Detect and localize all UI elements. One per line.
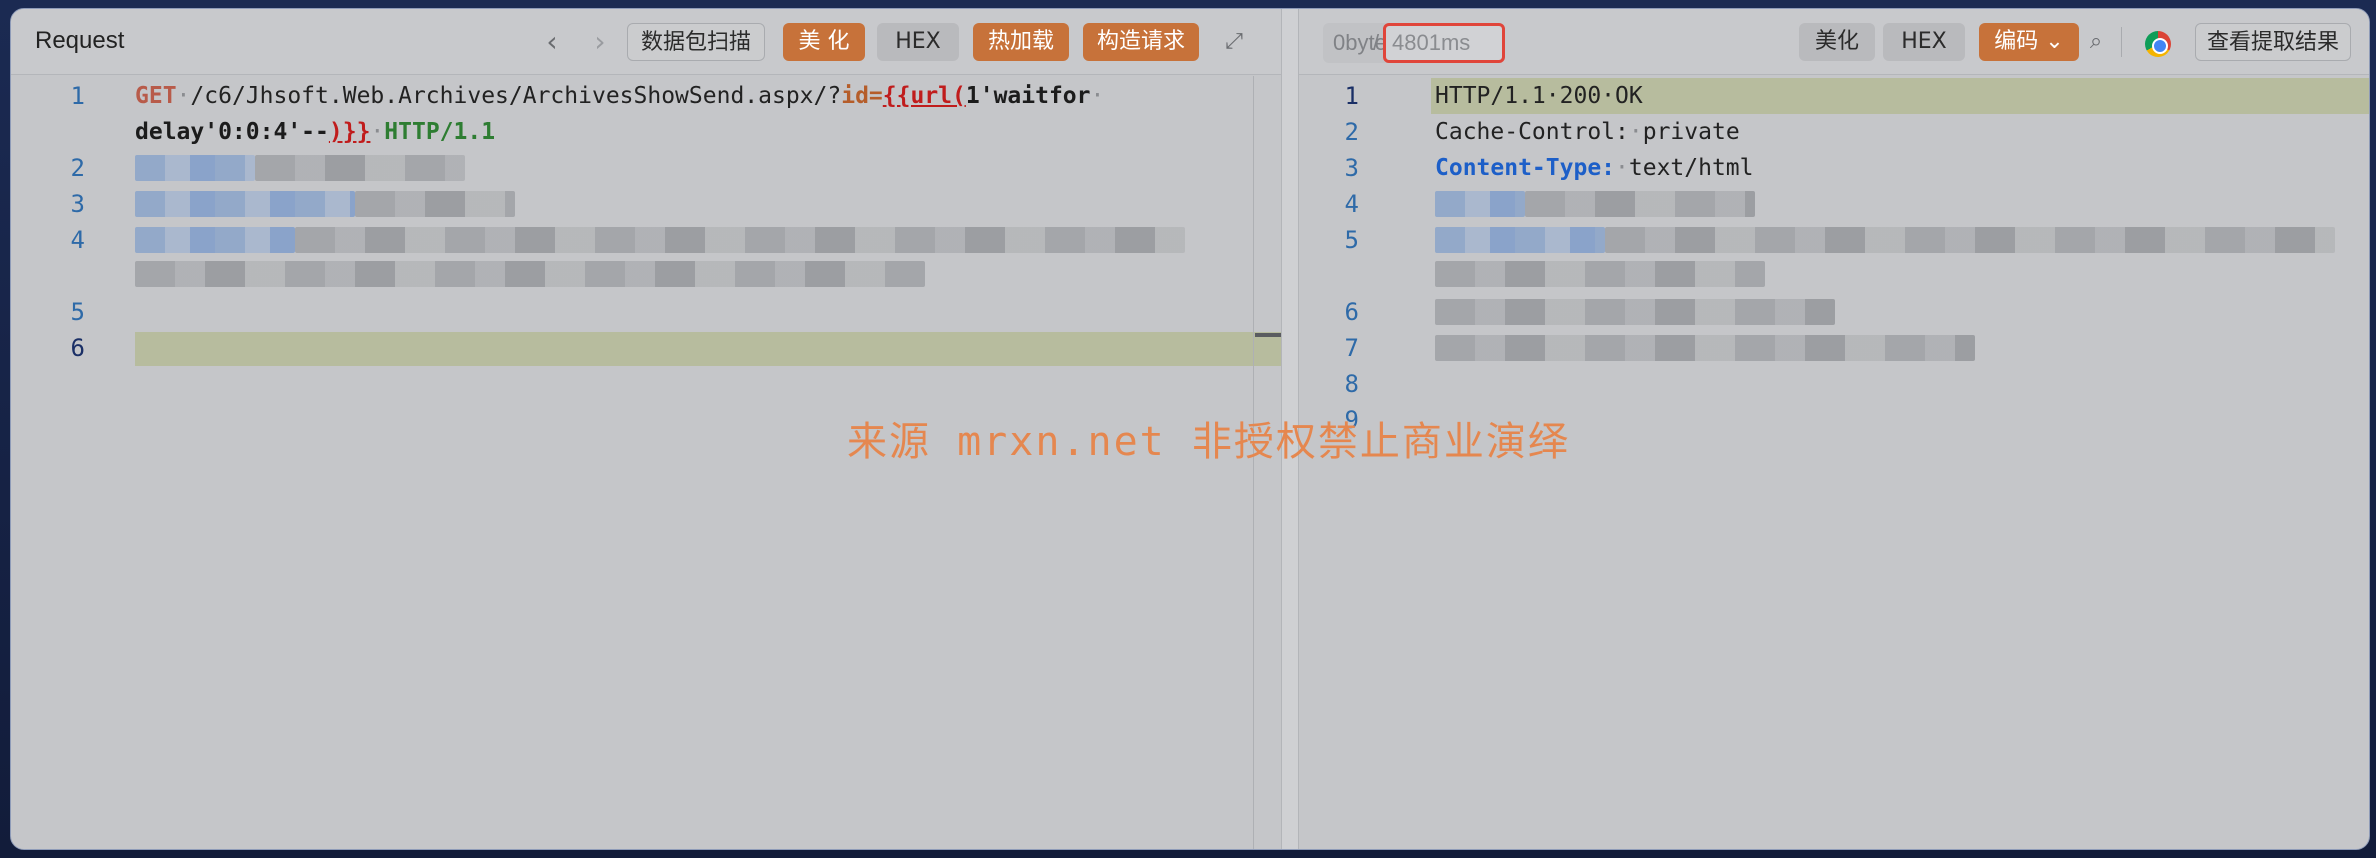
redacted-text <box>1435 335 1975 361</box>
code-line-active: 6 <box>11 330 1281 366</box>
header-line: Content-Type:·text/html <box>1435 155 1754 181</box>
encoding-label: 编码 <box>1994 29 2039 54</box>
line-number: 4 <box>1344 190 1359 218</box>
code-line: 3 <box>11 186 1281 222</box>
redacted-text <box>135 191 355 217</box>
line-number: 7 <box>1344 334 1359 362</box>
code-line: 7 <box>1299 330 2369 366</box>
header-key: Cache-Control: <box>1435 119 1629 145</box>
redacted-text <box>1435 299 1835 325</box>
line-number: 6 <box>1344 298 1359 326</box>
redacted-text <box>1525 191 1755 217</box>
line-number: 1 <box>1344 82 1359 110</box>
protocol-version: HTTP/1.1 <box>384 119 496 145</box>
code-line: 1 GET·/c6/Jhsoft.Web.Archives/ArchivesSh… <box>11 78 1281 114</box>
redacted-text <box>1435 261 1765 287</box>
hot-reload-button[interactable]: 热加载 <box>973 23 1069 61</box>
code-line: 5 <box>11 294 1281 330</box>
request-toolbar: Request ‹ › 数据包扫描 美 化 HEX 热加载 构造请求 ⤢ <box>11 9 1281 75</box>
payload-part-1: 1'waitfor <box>965 83 1091 109</box>
chevron-right-icon[interactable]: › <box>585 23 615 61</box>
redacted-text <box>1435 191 1525 217</box>
encoding-dropdown[interactable]: 编码 ⌄ <box>1979 23 2079 61</box>
hex-button[interactable]: HEX <box>1883 23 1965 61</box>
scrollbar-thumb[interactable] <box>1255 333 1281 337</box>
redacted-text <box>295 227 1185 253</box>
code-line: 3 Content-Type:·text/html <box>1299 150 2369 186</box>
view-results-button[interactable]: 查看提取结果 <box>2195 23 2351 61</box>
app-window: Request ‹ › 数据包扫描 美 化 HEX 热加载 构造请求 ⤢ 1 G… <box>10 8 2370 850</box>
code-line: 4 <box>11 222 1281 258</box>
request-line-text-wrap: delay'0:0:4'--)}}·HTTP/1.1 <box>135 119 496 145</box>
packet-scan-button[interactable]: 数据包扫描 <box>627 23 765 61</box>
line-number: 3 <box>70 190 85 218</box>
request-title: Request <box>35 27 125 54</box>
code-line: 4 <box>1299 186 2369 222</box>
chevron-left-icon[interactable]: ‹ <box>537 23 567 61</box>
template-close: )}} <box>328 119 371 145</box>
header-value: text/html <box>1628 155 1754 181</box>
header-key: Content-Type: <box>1435 155 1616 181</box>
redacted-text <box>255 155 465 181</box>
chevron-down-icon: ⌄ <box>2045 29 2064 54</box>
line-number: 2 <box>70 154 85 182</box>
chrome-icon[interactable] <box>2145 31 2171 57</box>
size-time-separator: / <box>1373 30 1380 55</box>
redacted-text <box>135 261 925 287</box>
line-number: 6 <box>70 334 85 362</box>
redacted-text <box>1435 227 1605 253</box>
response-toolbar: 0bytes / 4801ms 美化 HEX 编码 ⌄ ⌕ 查看提取结果 <box>1299 9 2369 75</box>
code-line: 5 <box>1299 222 2369 258</box>
header-line: Cache-Control:·private <box>1435 119 1740 145</box>
code-line: 2 Cache-Control:·private <box>1299 114 2369 150</box>
code-line: 6 <box>1299 294 2369 330</box>
response-time: 4801ms <box>1383 23 1505 63</box>
search-icon[interactable]: ⌕ <box>2073 23 2119 61</box>
http-method: GET <box>135 83 177 109</box>
hex-button[interactable]: HEX <box>877 23 959 61</box>
request-line-text: GET·/c6/Jhsoft.Web.Archives/ArchivesShow… <box>135 83 1105 109</box>
line-number: 5 <box>70 298 85 326</box>
line-number: 1 <box>70 82 85 110</box>
redacted-text <box>1605 227 2335 253</box>
header-value: private <box>1642 119 1740 145</box>
code-line-wrap <box>1299 258 2369 294</box>
build-request-button[interactable]: 构造请求 <box>1083 23 1199 61</box>
redacted-text <box>135 155 255 181</box>
code-line-wrap <box>11 258 1281 294</box>
query-param: id= <box>841 83 883 109</box>
request-path: /c6/Jhsoft.Web.Archives/ArchivesShowSend… <box>190 83 842 109</box>
line-number: 8 <box>1344 370 1359 398</box>
status-line: HTTP/1.1·200·OK <box>1435 83 1643 109</box>
template-open: {{url( <box>882 83 966 109</box>
line-number: 2 <box>1344 118 1359 146</box>
line-number: 3 <box>1344 154 1359 182</box>
watermark-text: 来源 mrxn.net 非授权禁止商业演绎 <box>847 419 1570 465</box>
expand-icon[interactable]: ⤢ <box>1217 23 1251 61</box>
active-line-highlight <box>135 332 1281 366</box>
payload-part-2: delay'0:0:4'-- <box>135 119 329 145</box>
code-line: 2 <box>11 150 1281 186</box>
redacted-text <box>135 227 295 253</box>
line-number: 4 <box>70 226 85 254</box>
code-line: 8 <box>1299 366 2369 402</box>
code-line-wrap: delay'0:0:4'--)}}·HTTP/1.1 <box>11 114 1281 150</box>
line-number: 5 <box>1344 226 1359 254</box>
code-line-active: 1 HTTP/1.1·200·OK <box>1299 78 2369 114</box>
beautify-button[interactable]: 美 化 <box>783 23 865 61</box>
beautify-button[interactable]: 美化 <box>1799 23 1875 61</box>
redacted-text <box>355 191 515 217</box>
toolbar-separator <box>2121 27 2122 57</box>
